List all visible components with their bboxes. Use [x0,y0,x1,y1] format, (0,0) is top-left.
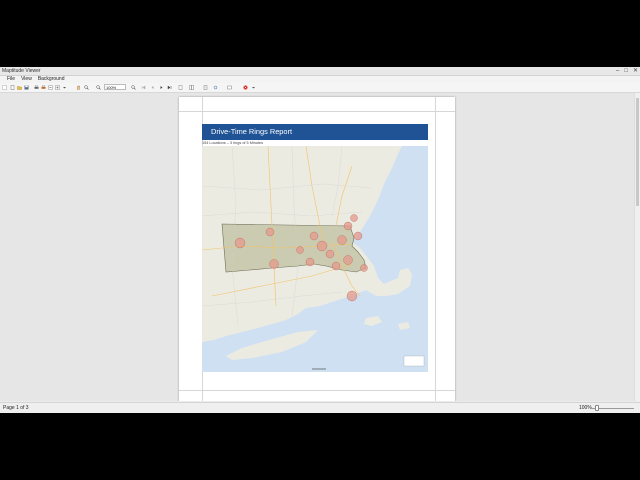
document-icon[interactable] [203,85,208,90]
report-title: Drive-Time Rings Report [211,127,293,136]
title-bar[interactable]: Maptitude Viewer – □ ✕ [0,67,640,76]
map-legend [403,355,425,367]
page-setup-icon[interactable] [55,85,60,90]
prev-page-icon[interactable] [150,85,155,90]
print-icon[interactable] [34,85,39,90]
last-page-icon[interactable] [167,85,172,90]
first-page-icon[interactable] [141,85,146,90]
ring-marker [296,246,304,254]
menu-view[interactable]: View [21,76,32,83]
stop-icon[interactable] [243,85,248,90]
scrollbar-thumb[interactable] [636,98,639,206]
zoom-in-plus-icon[interactable] [131,85,136,90]
zoom-percent: 100% [579,405,592,411]
dropdown-arrow-icon[interactable] [251,85,256,90]
menu-background[interactable]: Background [38,76,65,83]
dropdown-arrow-icon[interactable] [62,85,67,90]
multi-page-icon[interactable] [189,85,194,90]
zoom-slider-thumb[interactable] [595,405,599,411]
close-icon[interactable]: ✕ [633,67,638,75]
toolbar: 100% [0,83,640,93]
refresh-icon[interactable] [213,85,218,90]
vertical-scrollbar[interactable] [634,93,640,401]
drive-time-map [202,146,428,372]
ring-marker [337,235,347,245]
ring-marker [343,255,353,265]
maximize-icon[interactable]: □ [624,67,628,75]
report-page: Drive-Time Rings Report 154 Locations – … [179,97,455,401]
margin-guide [435,97,436,401]
ring-marker [343,221,353,231]
print-preview-icon[interactable] [41,85,46,90]
window-controls: – □ ✕ [616,67,638,75]
ring-marker [331,261,341,271]
ring-marker [234,237,246,249]
margin-guide [179,390,455,391]
preview-area[interactable]: Drive-Time Rings Report 154 Locations – … [0,93,634,401]
ring-marker [346,290,358,302]
margin-guide [179,111,455,112]
export-icon[interactable] [48,85,53,90]
status-bar: Page 1 of 3 100% [0,402,640,413]
app-icon [2,85,7,90]
report-header: Drive-Time Rings Report [202,124,428,140]
minimize-icon[interactable]: – [616,67,619,75]
ring-marker [265,227,275,237]
zoom-out-icon[interactable] [96,85,101,90]
menu-bar: File View Background [0,76,640,83]
menu-file[interactable]: File [7,76,15,83]
page-indicator: Page 1 of 3 [3,405,29,411]
next-page-icon[interactable] [159,85,164,90]
ring-marker [360,264,368,272]
ring-marker [353,231,363,241]
massachusetts-region [221,223,367,273]
viewer-window: Maptitude Viewer – □ ✕ File View Backgro… [0,67,640,413]
ring-marker [325,249,335,259]
zoom-select[interactable]: 100% [104,84,126,90]
save-icon[interactable] [24,85,29,90]
ring-marker [309,231,319,241]
ring-marker [305,257,315,267]
ring-marker [350,214,358,222]
layout-icon[interactable] [227,85,232,90]
window-title: Maptitude Viewer [2,68,41,74]
zoom-in-icon[interactable] [84,85,89,90]
ring-marker [269,259,279,269]
open-icon[interactable] [17,85,22,90]
single-page-icon[interactable] [178,85,183,90]
hand-tool-icon[interactable] [76,85,81,90]
new-icon[interactable] [10,85,15,90]
ring-marker [316,240,328,252]
